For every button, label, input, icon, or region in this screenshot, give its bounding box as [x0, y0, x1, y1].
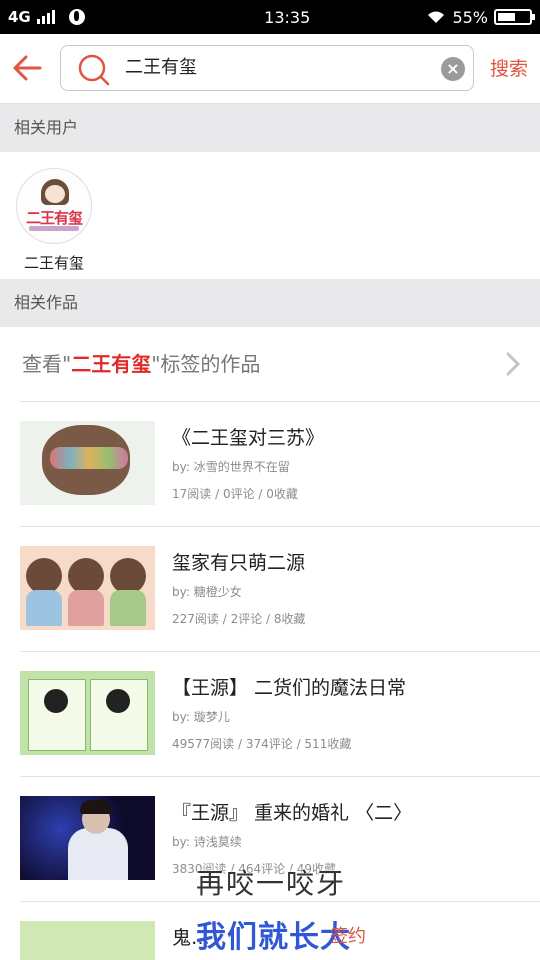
work-cover-image — [20, 796, 155, 880]
search-header: × 搜索 — [0, 34, 540, 104]
work-stats: 227阅读 / 2评论 / 8收藏 — [172, 612, 306, 626]
overlay-text-line1: 再咬一咬牙 — [196, 867, 347, 900]
work-author: by: 冰雪的世界不在留 — [172, 460, 290, 474]
tag-link-tag: 二王有玺 — [71, 352, 152, 376]
signal-icon — [36, 10, 55, 24]
work-cover-image — [20, 421, 155, 505]
work-item[interactable]: 《二王玺对三苏》 by: 冰雪的世界不在留 17阅读 / 0评论 / 0收藏 — [0, 401, 540, 526]
browser-globe-icon — [68, 9, 85, 25]
search-icon — [78, 54, 110, 86]
tag-works-link[interactable]: 查看"二王有玺"标签的作品 — [0, 327, 540, 401]
work-author: by: 诗浅莫续 — [172, 835, 242, 849]
work-stats: 49577阅读 / 374评论 / 511收藏 — [172, 737, 352, 751]
chevron-right-icon — [506, 352, 520, 376]
work-title[interactable]: 【王源】 二货们的魔法日常 — [172, 673, 406, 700]
work-cover-image — [20, 921, 155, 960]
work-author: by: 糖橙少女 — [172, 585, 242, 599]
work-cover-image — [20, 671, 155, 755]
back-arrow-icon[interactable] — [10, 50, 46, 86]
related-users-header: 相关用户 — [0, 104, 540, 152]
tag-link-prefix: 查看" — [22, 352, 72, 376]
overlay-text-line3: 签约 — [330, 926, 366, 947]
work-cover-image — [20, 546, 155, 630]
work-author: by: 璇梦儿 — [172, 710, 230, 724]
clear-icon[interactable]: × — [441, 57, 465, 81]
battery-icon — [494, 9, 535, 25]
work-title[interactable]: 『王源』 重来的婚礼 〈二〉 — [172, 798, 412, 825]
search-input[interactable] — [125, 46, 425, 90]
avatar[interactable]: 二王有玺 — [16, 168, 92, 244]
work-item[interactable]: 【王源】 二货们的魔法日常 by: 璇梦儿 49577阅读 / 374评论 / … — [0, 651, 540, 776]
network-type: 4G — [8, 8, 31, 26]
work-title[interactable]: 《二王玺对三苏》 — [172, 423, 324, 450]
wifi-icon — [428, 11, 445, 23]
search-button[interactable]: 搜索 — [490, 54, 528, 81]
user-card[interactable]: 二王有玺 二王有玺 — [14, 168, 94, 273]
tag-link-suffix: "标签的作品 — [151, 352, 261, 376]
user-name[interactable]: 二王有玺 — [14, 252, 94, 273]
avatar-logo-text: 二王有玺 — [25, 209, 83, 227]
search-box[interactable]: × — [60, 45, 474, 91]
related-works-header: 相关作品 — [0, 279, 540, 327]
work-title[interactable]: 玺家有只萌二源 — [172, 548, 305, 575]
battery-percent: 55% — [452, 7, 488, 27]
work-item[interactable]: 玺家有只萌二源 by: 糖橙少女 227阅读 / 2评论 / 8收藏 — [0, 526, 540, 651]
status-bar: 4G 13:35 55% — [0, 0, 540, 34]
clock: 13:35 — [264, 7, 311, 27]
work-stats: 17阅读 / 0评论 / 0收藏 — [172, 487, 298, 501]
overlay-text-line2: 我们就长大 — [196, 920, 351, 955]
